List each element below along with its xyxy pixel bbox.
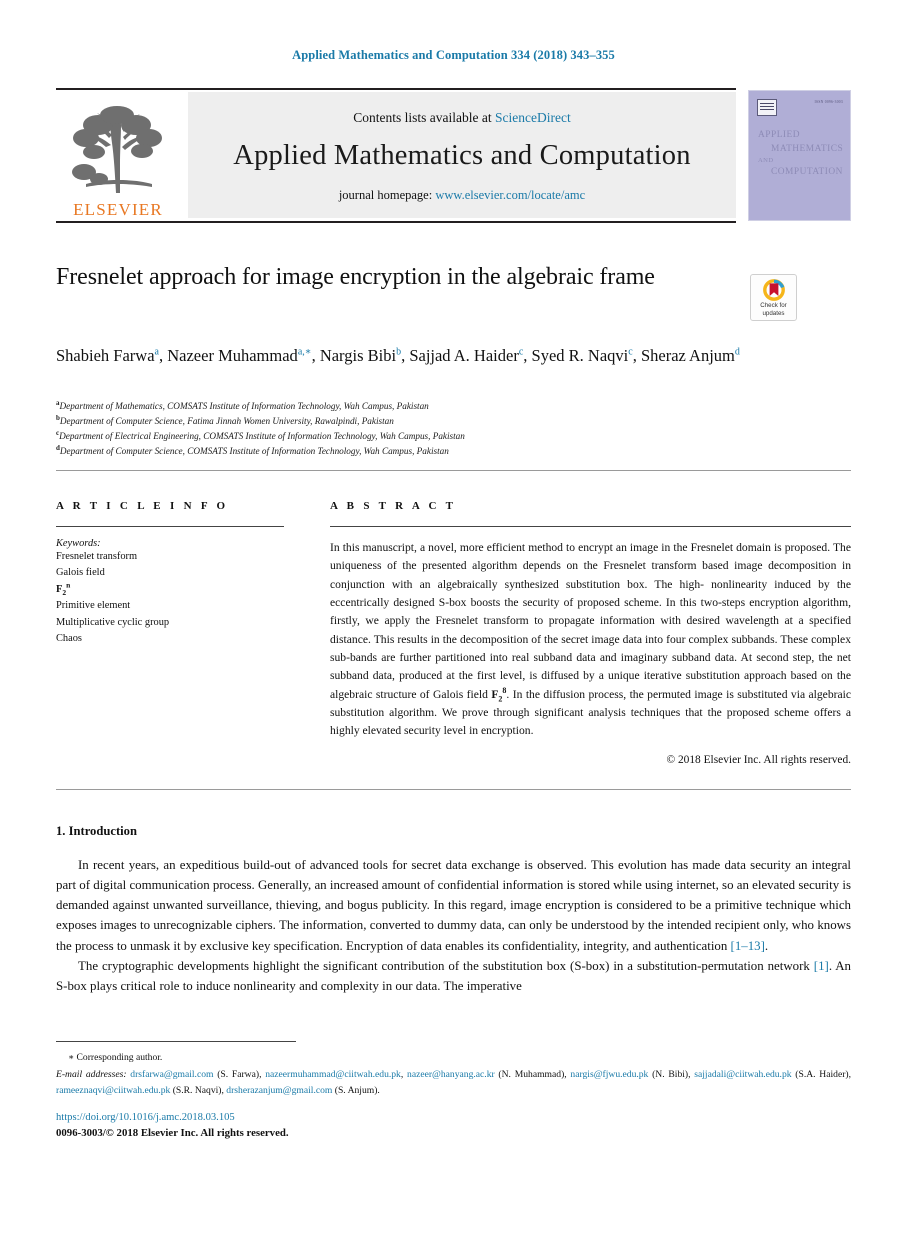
- introduction-heading: 1. Introduction: [56, 824, 137, 838]
- title-block: Fresnelet approach for image encryption …: [56, 262, 746, 294]
- contents-prefix: Contents lists available at: [353, 109, 495, 125]
- elsevier-logo: ELSEVIER: [56, 94, 180, 218]
- author-affiliation-mark: c: [628, 346, 633, 358]
- email-link[interactable]: nazeermuhammad@ciitwah.edu.pk: [265, 1069, 401, 1080]
- author-affiliation-mark: b: [396, 346, 402, 358]
- abstract-part1: In this manuscript, a novel, more effici…: [330, 541, 851, 701]
- cover-title: APPLIED MATHEMATICS AND COMPUTATION: [758, 129, 844, 179]
- footnote-block: ∗ Corresponding author. E-mail addresses…: [56, 1050, 851, 1098]
- cover-title-line1: APPLIED: [758, 130, 801, 140]
- abstract-copyright: © 2018 Elsevier Inc. All rights reserved…: [666, 754, 851, 767]
- article-info-column: A R T I C L E I N F O Keywords: Fresnele…: [56, 500, 311, 648]
- affiliation-list: aDepartment of Mathematics, COMSATS Inst…: [56, 399, 776, 459]
- affiliation-item: bDepartment of Computer Science, Fatima …: [56, 414, 776, 429]
- keyword-item: Fresnelet transform: [56, 551, 138, 562]
- info-section-bottom-rule: [56, 789, 851, 790]
- masthead-top-rule: [56, 88, 736, 90]
- abstract-text: In this manuscript, a novel, more effici…: [330, 539, 851, 740]
- abstract-rule: [330, 526, 851, 527]
- keyword-item: F2n: [56, 580, 71, 597]
- corresponding-author-note: ∗ Corresponding author.: [56, 1050, 851, 1066]
- author-name: Syed R. Naqvi: [531, 346, 629, 365]
- cover-publisher-badge-icon: [757, 99, 777, 116]
- abstract-column: A B S T R A C T In this manuscript, a no…: [330, 500, 851, 766]
- introduction-section: 1. Introduction In recent years, an expe…: [56, 824, 851, 996]
- crossmark-label-line1: Check for: [760, 301, 787, 309]
- author-affiliation-mark: a,∗: [297, 346, 312, 358]
- affiliation-text: Department of Computer Science, COMSATS …: [59, 445, 449, 456]
- keyword-item: Galois field: [56, 567, 105, 579]
- journal-homepage-link[interactable]: www.elsevier.com/locate/amc: [435, 188, 585, 202]
- cover-title-line4: COMPUTATION: [771, 166, 843, 177]
- author-name: Sheraz Anjum: [640, 346, 735, 365]
- introduction-paragraph-1: In recent years, an expeditious build-ou…: [56, 855, 851, 956]
- citation-ref-1[interactable]: [1]: [814, 959, 829, 973]
- crossmark-label: Check for updates: [760, 302, 786, 318]
- issn-copyright-line: 0096-3003/© 2018 Elsevier Inc. All right…: [56, 1127, 289, 1139]
- keyword-list: Fresnelet transform Galois field F2n Primit…: [56, 549, 311, 648]
- affiliation-text: Department of Computer Science, Fatima J…: [59, 415, 394, 426]
- email-link[interactable]: sajjadali@ciitwah.edu.pk: [694, 1069, 791, 1080]
- corresponding-text: Corresponding author.: [74, 1052, 163, 1063]
- email-list: drsfarwa@gmail.com (S. Farwa), nazeermuh…: [56, 1068, 852, 1096]
- email-link[interactable]: drsherazanjum@gmail.com: [226, 1085, 332, 1096]
- footnote-rule: [56, 1041, 296, 1042]
- email-link[interactable]: nargis@fjwu.edu.pk: [570, 1069, 648, 1080]
- author-affiliation-mark: d: [734, 346, 740, 358]
- introduction-paragraph-2: The cryptographic developments highlight…: [56, 956, 851, 996]
- citation-ref-1-13[interactable]: [1–13]: [731, 939, 765, 953]
- homepage-prefix: journal homepage:: [338, 187, 436, 202]
- keyword-item: Primitive element: [56, 600, 131, 612]
- galois-field-symbol: F28: [491, 685, 507, 703]
- article-first-page: Applied Mathematics and Computation 334 …: [0, 0, 907, 1238]
- cover-issn: ISSN 0096-3003: [814, 100, 843, 104]
- sciencedirect-link[interactable]: ScienceDirect: [495, 110, 571, 125]
- cover-title-line2: MATHEMATICS: [771, 143, 844, 154]
- affiliation-item: dDepartment of Computer Science, COMSATS…: [56, 444, 776, 459]
- running-head: Applied Mathematics and Computation 334 …: [292, 48, 615, 62]
- paragraph2-text-a: The cryptographic developments highlight…: [78, 958, 814, 973]
- doi-link[interactable]: https://doi.org/10.1016/j.amc.2018.03.10…: [56, 1112, 235, 1123]
- keyword-item: Chaos: [56, 633, 82, 645]
- email-link[interactable]: rameeznaqvi@ciitwah.edu.pk: [56, 1085, 170, 1096]
- email-link[interactable]: nazeer@hanyang.ac.kr: [407, 1069, 495, 1080]
- contents-available-line: Contents lists available at ScienceDirec…: [353, 110, 570, 126]
- masthead-bottom-rule: [56, 221, 736, 223]
- keywords-label: Keywords:: [56, 538, 101, 549]
- affiliation-text: Department of Mathematics, COMSATS Insti…: [59, 401, 429, 411]
- elsevier-tree-icon: [72, 106, 162, 193]
- author-affiliation-mark: c: [518, 346, 524, 358]
- info-section-top-rule: [56, 470, 851, 471]
- keyword-item: Multiplicative cyclic group: [56, 616, 170, 628]
- author-list: Shabieh Farwaa, Nazeer Muhammada,∗, Narg…: [56, 346, 740, 365]
- abstract-heading: A B S T R A C T: [330, 500, 457, 512]
- paragraph1-end: .: [764, 938, 769, 953]
- email-addresses-label: E-mail addresses:: [56, 1068, 127, 1080]
- affiliation-item: cDepartment of Electrical Engineering, C…: [56, 429, 776, 444]
- crossmark-icon: [762, 278, 785, 301]
- affiliation-text: Department of Electrical Engineering, CO…: [59, 430, 465, 441]
- journal-homepage-line: journal homepage: www.elsevier.com/locat…: [339, 188, 585, 203]
- page-title: Fresnelet approach for image encryption …: [56, 264, 655, 290]
- cover-title-line3: AND: [758, 157, 774, 165]
- author-name: Sajjad A. Haider: [409, 346, 519, 365]
- journal-cover-thumbnail: ISSN 0096-3003 APPLIED MATHEMATICS AND C…: [748, 90, 851, 221]
- author-name: Shabieh Farwa: [56, 346, 155, 365]
- article-info-heading: A R T I C L E I N F O: [56, 500, 229, 512]
- email-link[interactable]: drsfarwa@gmail.com: [130, 1069, 213, 1080]
- elsevier-wordmark: ELSEVIER: [73, 200, 163, 219]
- article-info-rule: [56, 526, 284, 527]
- author-name: Nargis Bibi: [319, 346, 397, 365]
- author-affiliation-mark: a: [154, 346, 159, 358]
- journal-title-band: Contents lists available at ScienceDirec…: [188, 92, 736, 218]
- affiliation-item: aDepartment of Mathematics, COMSATS Inst…: [56, 399, 776, 414]
- journal-masthead: ELSEVIER Contents lists available at Sci…: [56, 88, 851, 223]
- author-name: Nazeer Muhammad: [167, 346, 298, 365]
- crossmark-label-line2: updates: [762, 309, 785, 317]
- crossmark-badge[interactable]: Check for updates: [750, 274, 797, 321]
- journal-name: Applied Mathematics and Computation: [233, 139, 691, 171]
- email-addresses-line: E-mail addresses: drsfarwa@gmail.com (S.…: [56, 1067, 851, 1099]
